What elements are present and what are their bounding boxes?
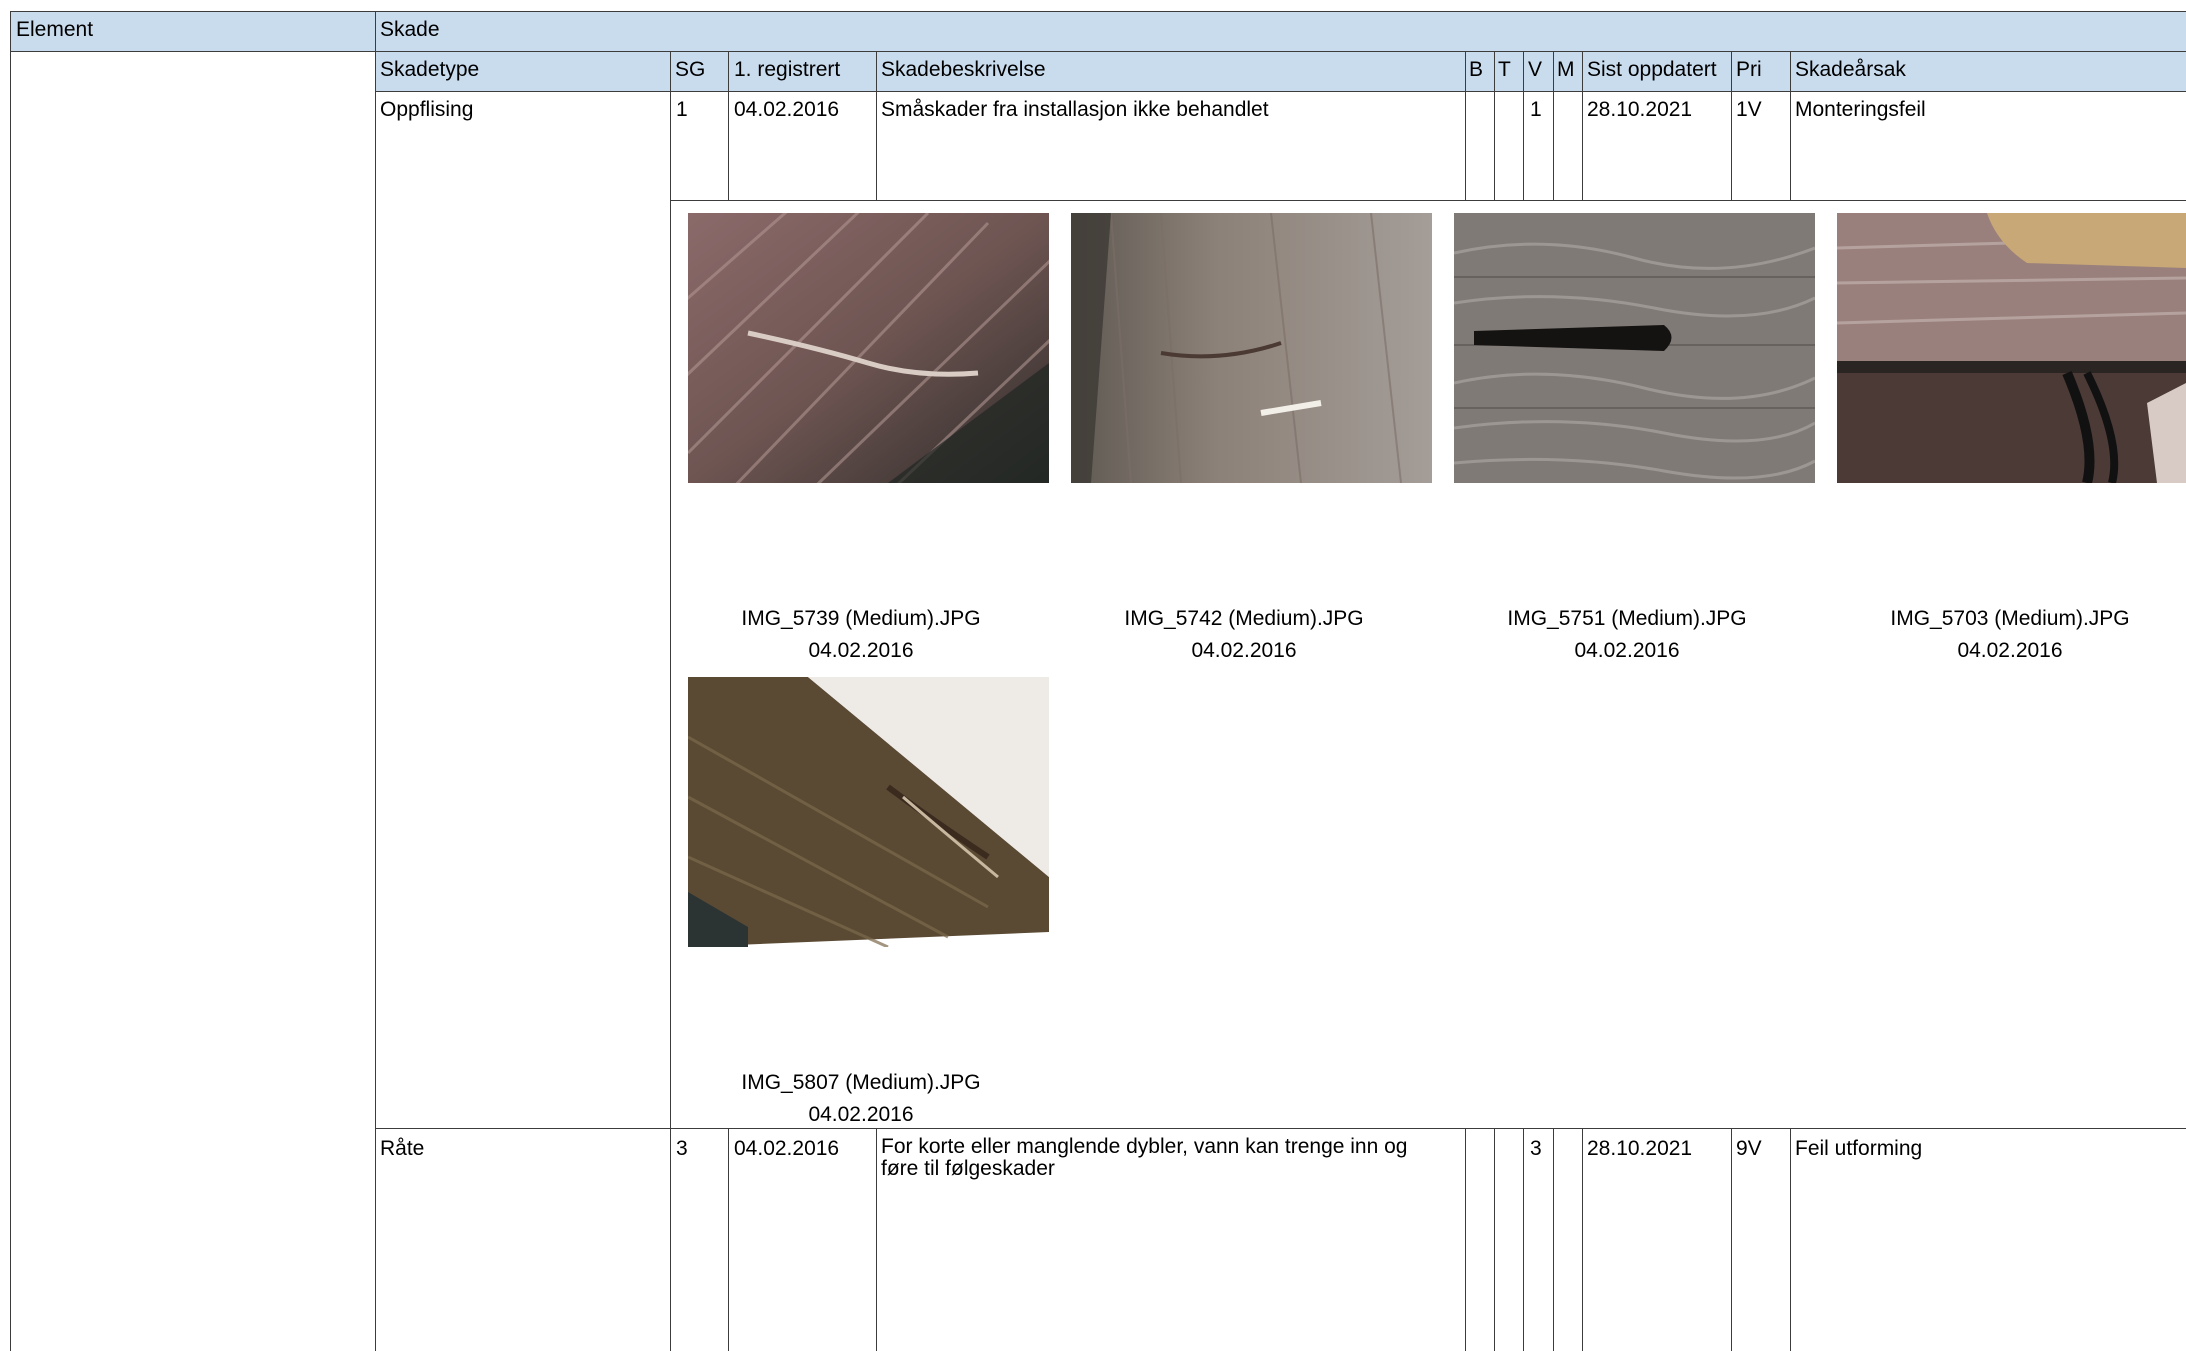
photo-filename: IMG_5807 (Medium).JPG bbox=[741, 1071, 981, 1094]
col-header-oppdatert: Sist oppdatert bbox=[1587, 58, 1717, 81]
col-header-t: T bbox=[1498, 58, 1511, 81]
damage-photo-2[interactable] bbox=[1071, 213, 1432, 483]
photo-filename: IMG_5742 (Medium).JPG bbox=[1124, 607, 1364, 630]
col-header-beskrivelse: Skadebeskrivelse bbox=[881, 58, 1046, 81]
photo-filename: IMG_5751 (Medium).JPG bbox=[1507, 607, 1747, 630]
element-column-right-border bbox=[375, 52, 376, 1351]
photo-date: 04.02.2016 bbox=[1957, 639, 2063, 662]
skade-header-cell bbox=[375, 11, 2186, 52]
photo-filename: IMG_5739 (Medium).JPG bbox=[741, 607, 981, 630]
row2-beskrivelse: For korte eller manglende dybler, vann k… bbox=[881, 1135, 1408, 1180]
photo-caption-2: IMG_5742 (Medium).JPG 04.02.2016 bbox=[1064, 603, 1424, 667]
row1-beskrivelse: Småskader fra installasjon ikke behandle… bbox=[881, 98, 1269, 121]
row1-v: 1 bbox=[1530, 98, 1542, 121]
row2-oppdatert: 28.10.2021 bbox=[1587, 1137, 1693, 1160]
row1-skadetype: Oppflising bbox=[380, 98, 474, 121]
column-header-row bbox=[375, 51, 2186, 92]
damage-photo-3[interactable] bbox=[1454, 213, 1815, 483]
photo-filename: IMG_5703 (Medium).JPG bbox=[1890, 607, 2130, 630]
photo-date: 04.02.2016 bbox=[1191, 639, 1297, 662]
row2-skadetype: Råte bbox=[380, 1137, 425, 1160]
col-header-registrert: 1. registrert bbox=[734, 58, 841, 81]
damage-photo-5[interactable] bbox=[688, 677, 1049, 947]
row2-sg: 3 bbox=[676, 1137, 688, 1160]
element-header-label: Element bbox=[16, 18, 94, 41]
col-header-pri: Pri bbox=[1736, 58, 1762, 81]
element-column-left-border bbox=[10, 52, 11, 1351]
damage-photo-1[interactable] bbox=[688, 213, 1049, 483]
photo-caption-1: IMG_5739 (Medium).JPG 04.02.2016 bbox=[681, 603, 1041, 667]
row1-pri: 1V bbox=[1736, 98, 1762, 121]
col-header-b: B bbox=[1469, 58, 1484, 81]
photo-caption-3: IMG_5751 (Medium).JPG 04.02.2016 bbox=[1447, 603, 1807, 667]
row2-registrert: 04.02.2016 bbox=[734, 1137, 840, 1160]
col-header-sg: SG bbox=[675, 58, 706, 81]
col-header-m: M bbox=[1557, 58, 1575, 81]
col-header-skadetype: Skadetype bbox=[380, 58, 480, 81]
photo-caption-5: IMG_5807 (Medium).JPG 04.02.2016 bbox=[681, 1067, 1041, 1131]
row2-pri: 9V bbox=[1736, 1137, 1762, 1160]
damage-photo-4[interactable] bbox=[1837, 213, 2186, 483]
row1-registrert: 04.02.2016 bbox=[734, 98, 840, 121]
photo-caption-4: IMG_5703 (Medium).JPG 04.02.2016 bbox=[1830, 603, 2186, 667]
photo-date: 04.02.2016 bbox=[1574, 639, 1680, 662]
row2-arsak: Feil utforming bbox=[1795, 1137, 1923, 1160]
row2-v: 3 bbox=[1530, 1137, 1542, 1160]
skade-header-label: Skade bbox=[380, 18, 440, 41]
col-header-v: V bbox=[1528, 58, 1543, 81]
col-header-arsak: Skadeårsak bbox=[1795, 58, 1906, 81]
row1-arsak: Monteringsfeil bbox=[1795, 98, 1926, 121]
row1-sg: 1 bbox=[676, 98, 688, 121]
photo-date: 04.02.2016 bbox=[808, 639, 914, 662]
inspection-report-sheet: Element Skade Skadetype SG 1. registrert… bbox=[0, 0, 2186, 1351]
photo-date: 04.02.2016 bbox=[808, 1103, 914, 1126]
row1-oppdatert: 28.10.2021 bbox=[1587, 98, 1693, 121]
